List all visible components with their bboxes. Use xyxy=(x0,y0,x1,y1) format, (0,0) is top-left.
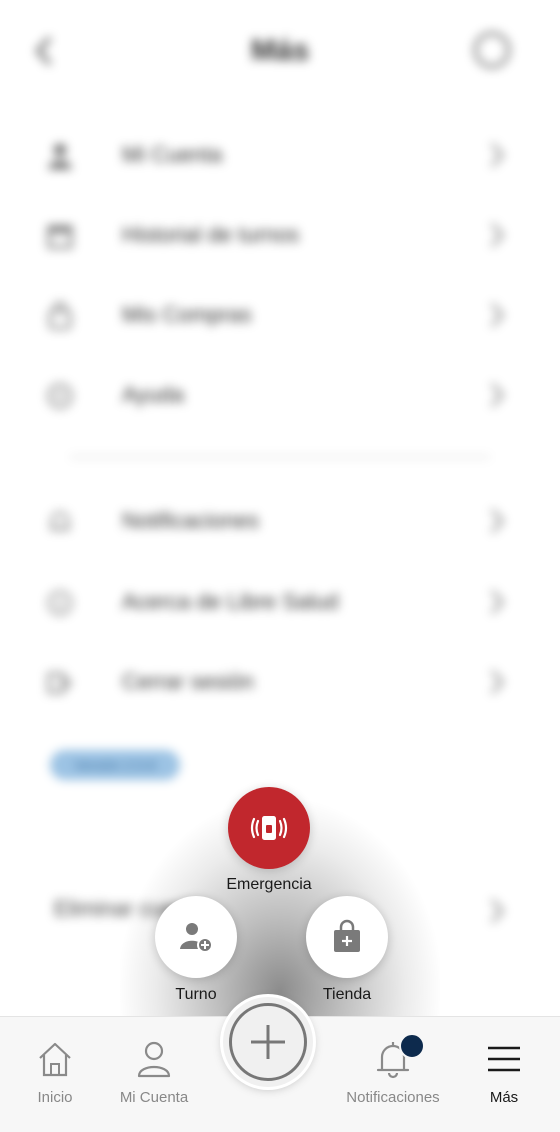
chevron-right-icon xyxy=(490,382,505,408)
info-icon[interactable] xyxy=(474,32,510,68)
tienda-label: Tienda xyxy=(322,986,372,1003)
menu-item-label: Cerrar sesión xyxy=(122,669,255,694)
turno-label: Turno xyxy=(175,986,217,1003)
turno-button[interactable] xyxy=(155,896,237,978)
nav-label: Más xyxy=(489,1089,519,1106)
menu-item-acerca[interactable]: Acerca de Libre Salud xyxy=(0,575,560,635)
nav-label: Inicio xyxy=(37,1089,73,1106)
chevron-right-icon xyxy=(490,589,505,615)
emergency-label: Emergencia xyxy=(226,876,312,893)
nav-label: Mi Cuenta xyxy=(119,1089,189,1106)
calendar-icon xyxy=(47,225,73,249)
background-page: Más Mi Cuenta Historial de turnos Mis Co… xyxy=(0,0,560,1131)
info-circle-icon xyxy=(47,590,73,616)
menu-item-label: Mi Cuenta xyxy=(122,142,223,167)
chevron-right-icon xyxy=(490,142,505,168)
help-icon xyxy=(47,383,73,409)
menu-item-mis-compras[interactable]: Mis Compras xyxy=(0,288,560,348)
chevron-right-icon xyxy=(490,302,505,328)
user-icon xyxy=(48,144,72,169)
version-badge: Versión 2.0.6 xyxy=(50,750,180,780)
menu-item-label: Mis Compras xyxy=(122,302,252,327)
chevron-right-icon xyxy=(490,669,505,695)
home-icon xyxy=(39,1042,71,1077)
menu-item-label: Historial de turnos xyxy=(122,222,300,247)
user-icon xyxy=(137,1041,171,1078)
menu-item-label: Acerca de Libre Salud xyxy=(122,589,339,614)
logout-icon xyxy=(47,672,73,694)
nav-item-inicio[interactable]: Inicio xyxy=(0,1017,110,1132)
menu-item-notificaciones[interactable]: Notificaciones xyxy=(0,494,560,554)
main-fab-button[interactable] xyxy=(223,997,313,1087)
menu-item-label: Ayuda xyxy=(122,382,184,407)
chevron-right-icon xyxy=(490,898,505,924)
nav-label: Notificaciones xyxy=(346,1089,440,1106)
chevron-right-icon xyxy=(490,508,505,534)
menu-hamburger-icon xyxy=(488,1046,520,1072)
menu-item-historial[interactable]: Historial de turnos xyxy=(0,208,560,268)
add-user-icon xyxy=(180,923,213,953)
nav-item-mi-cuenta[interactable]: Mi Cuenta xyxy=(99,1017,209,1132)
chevron-right-icon xyxy=(490,222,505,248)
bell-icon xyxy=(50,511,70,531)
phone-vibrate-icon xyxy=(250,816,288,840)
nav-item-notificaciones[interactable]: Notificaciones xyxy=(328,1017,458,1132)
shopping-bag-icon xyxy=(334,919,360,952)
menu-item-cerrar-sesion[interactable]: Cerrar sesión xyxy=(0,655,560,715)
notification-badge xyxy=(399,1033,425,1059)
menu-divider xyxy=(70,456,490,458)
plus-icon xyxy=(251,1025,285,1059)
menu-item-ayuda[interactable]: Ayuda xyxy=(0,368,560,428)
menu-item-mi-cuenta[interactable]: Mi Cuenta xyxy=(0,128,560,188)
bag-icon xyxy=(48,302,72,330)
tienda-button[interactable] xyxy=(306,896,388,978)
menu-item-label: Notificaciones xyxy=(122,508,259,533)
nav-item-mas[interactable]: Más xyxy=(449,1017,559,1132)
emergency-button[interactable] xyxy=(228,787,310,869)
